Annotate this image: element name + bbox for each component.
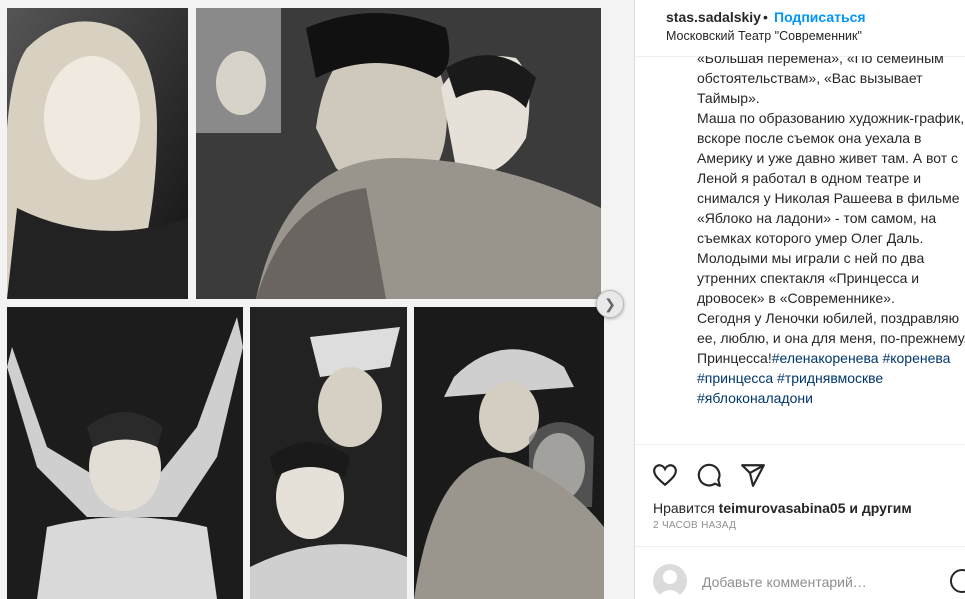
comment-input[interactable] — [702, 570, 932, 594]
heart-icon[interactable] — [652, 462, 678, 488]
photo-princess-stage — [7, 307, 243, 599]
likes-others-link[interactable]: и другим — [849, 500, 911, 516]
share-icon[interactable] — [740, 462, 766, 488]
follow-button[interactable]: Подписаться — [774, 9, 866, 25]
liked-by-user-link[interactable]: teimurovasabina05 — [719, 500, 846, 516]
caption-paragraph: «Большая перемена», «По семейным обстоят… — [697, 56, 944, 106]
photo-hat-couple — [414, 307, 604, 599]
likes-summary: Нравится teimurovasabina05 и другим — [653, 500, 912, 516]
divider — [635, 546, 965, 547]
photo-cowboy-couple — [250, 307, 407, 599]
chevron-right-icon: ❯ — [604, 295, 616, 312]
hashtag-link[interactable]: #коренева — [882, 350, 950, 366]
avatar — [653, 564, 687, 598]
photo-couple-scene — [196, 8, 601, 299]
caption-paragraph: Молодыми мы играли с ней по два утренних… — [697, 250, 925, 306]
action-bar — [652, 462, 766, 488]
comment-icon[interactable] — [696, 462, 722, 488]
location-link[interactable]: Московский Театр "Современник" — [666, 29, 862, 43]
separator-dot: • — [763, 9, 768, 25]
divider — [635, 444, 965, 445]
caption-paragraph: Сегодня у Леночки юбилей, поздравляю ее,… — [697, 308, 965, 408]
post-media[interactable]: ❯ — [0, 0, 634, 599]
caption-scroll[interactable]: «Большая перемена», «По семейным обстоят… — [697, 56, 965, 444]
caption-text: «Большая перемена», «По семейным обстоят… — [697, 56, 965, 408]
next-slide-button[interactable]: ❯ — [596, 290, 624, 318]
hashtag-link[interactable]: #еленакоренева — [772, 350, 879, 366]
likes-prefix: Нравится — [653, 500, 715, 516]
hashtag-link[interactable]: #яблоконаладони — [697, 390, 813, 406]
post-sidebar: stas.sadalskiy • Подписаться Московский … — [635, 0, 965, 599]
post-header: stas.sadalskiy • Подписаться Московский … — [635, 0, 965, 57]
post-timestamp[interactable]: 2 ЧАСОВ НАЗАД — [653, 520, 736, 531]
emoji-icon[interactable] — [950, 569, 965, 593]
hashtag-link[interactable]: #принцесса — [697, 370, 773, 386]
caption-paragraph: Маша по образованию художник-график, вск… — [697, 110, 965, 246]
username-link[interactable]: stas.sadalskiy — [666, 9, 761, 25]
photo-portrait-woman — [7, 8, 188, 299]
hashtag-link[interactable]: #триднявмоскве — [777, 370, 883, 386]
